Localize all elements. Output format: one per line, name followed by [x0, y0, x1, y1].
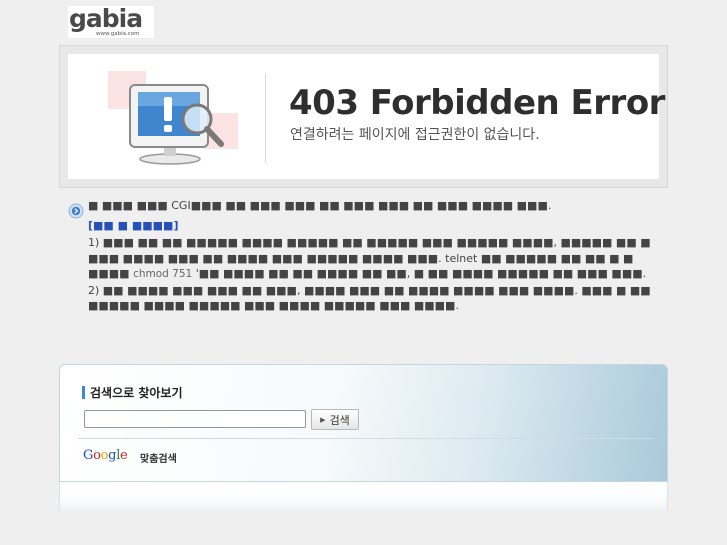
search-button-label: 검색: [329, 413, 350, 427]
google-logo: Google: [83, 448, 128, 463]
info-item-1-text-b: '■■ ■■■■ ■■ ■■ ■■■■ ■■ ■■, ■ ■■ ■■■■ ■■■…: [195, 267, 647, 280]
google-letter: e: [120, 448, 128, 463]
error-subtitle: 연결하려는 페이지에 접근권한이 없습니다.: [290, 127, 540, 143]
logo-mark: gabia: [69, 4, 143, 33]
banner-divider: [265, 73, 266, 163]
google-letter: G: [83, 448, 94, 463]
error-banner: 403 Forbidden Error 연결하려는 페이지에 접근권한이 없습니…: [59, 45, 668, 188]
error-banner-inner: 403 Forbidden Error 연결하려는 페이지에 접근권한이 없습니…: [68, 54, 665, 179]
search-title: 검색으로 찾아보기: [82, 384, 183, 401]
gabia-logo[interactable]: gabia www.gabia.com: [68, 6, 154, 38]
search-panel: 검색으로 찾아보기 ▶ 검색 Google 맞춤검색: [59, 364, 668, 482]
bottom-panel: [59, 482, 668, 510]
arrow-right-icon: ▶: [320, 415, 326, 424]
google-letter: o: [93, 448, 101, 463]
google-letter: g: [108, 448, 117, 463]
search-divider: [78, 438, 654, 439]
error-description: ■ ■■■ ■■■ CGI■■■ ■■ ■■■ ■■■ ■■ ■■■ ■■■ ■…: [88, 198, 658, 314]
info-item-2: 2) ■■ ■■■■ ■■■ ■■■ ■■ ■■■, ■■■■ ■■■ ■■ ■…: [88, 283, 651, 313]
help-link[interactable]: [■■ ■ ■■■■]: [88, 218, 178, 234]
search-button[interactable]: ▶ 검색: [311, 409, 359, 430]
search-input[interactable]: [84, 410, 306, 428]
info-line-1: ■ ■■■ ■■■ CGI■■■ ■■ ■■■ ■■■ ■■ ■■■ ■■■ ■…: [88, 199, 552, 212]
info-bullet-icon: [68, 203, 84, 219]
info-item-1: 1) ■■■ ■■ ■■ ■■■■■ ■■■■ ■■■■■ ■■ ■■■■■ ■…: [88, 235, 658, 283]
google-custom-search-label: 맞춤검색: [140, 454, 177, 465]
monitor-warning-icon: [108, 71, 238, 165]
title-bar-icon: [82, 386, 85, 399]
error-title: 403 Forbidden Error: [289, 83, 665, 123]
search-title-label: 검색으로 찾아보기: [90, 386, 183, 400]
chmod-command: chmod 751: [133, 268, 193, 280]
